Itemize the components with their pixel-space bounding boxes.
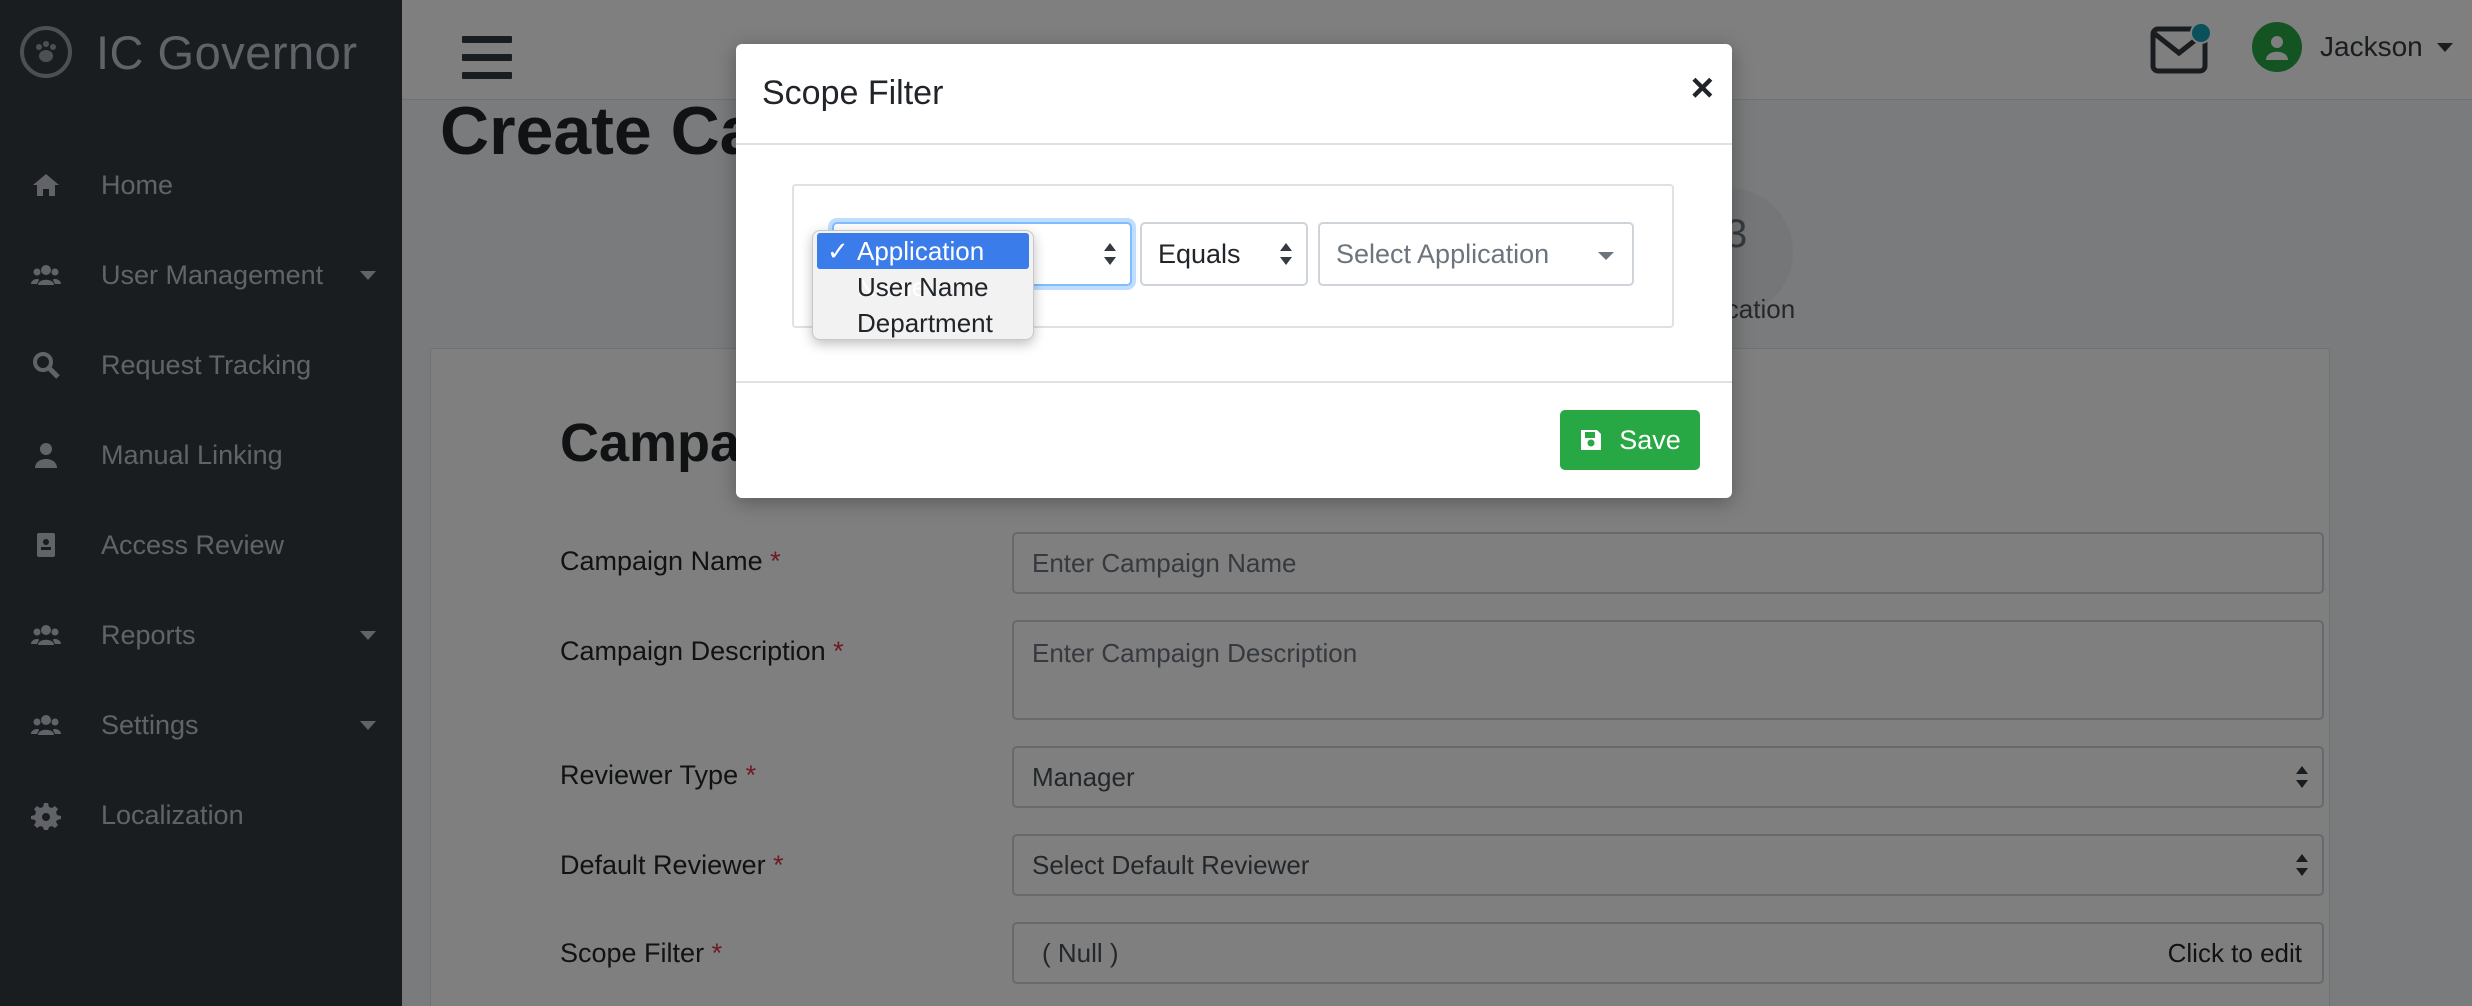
chevron-down-icon <box>1598 252 1614 260</box>
modal-footer-divider <box>736 381 1732 383</box>
check-icon: ✓ <box>827 236 849 266</box>
scope-filter-modal: Scope Filter × Equals Select Application… <box>736 44 1732 498</box>
select-arrows-icon <box>1104 241 1116 267</box>
close-icon[interactable]: × <box>1691 68 1714 108</box>
select-arrows-icon <box>1280 241 1292 267</box>
modal-header: Scope Filter × <box>736 44 1732 145</box>
option-department[interactable]: Department <box>817 305 1029 341</box>
save-button[interactable]: Save <box>1560 410 1700 470</box>
application-select[interactable]: Select Application <box>1318 222 1634 286</box>
field-options-dropdown: ✓ Application Name User Name Department <box>812 230 1034 340</box>
modal-title: Scope Filter <box>762 74 944 112</box>
option-user-name[interactable]: User Name <box>817 269 1029 305</box>
option-application-name[interactable]: ✓ Application Name <box>817 233 1029 302</box>
operator-select[interactable]: Equals <box>1140 222 1308 286</box>
floppy-disk-icon <box>1581 430 1602 450</box>
